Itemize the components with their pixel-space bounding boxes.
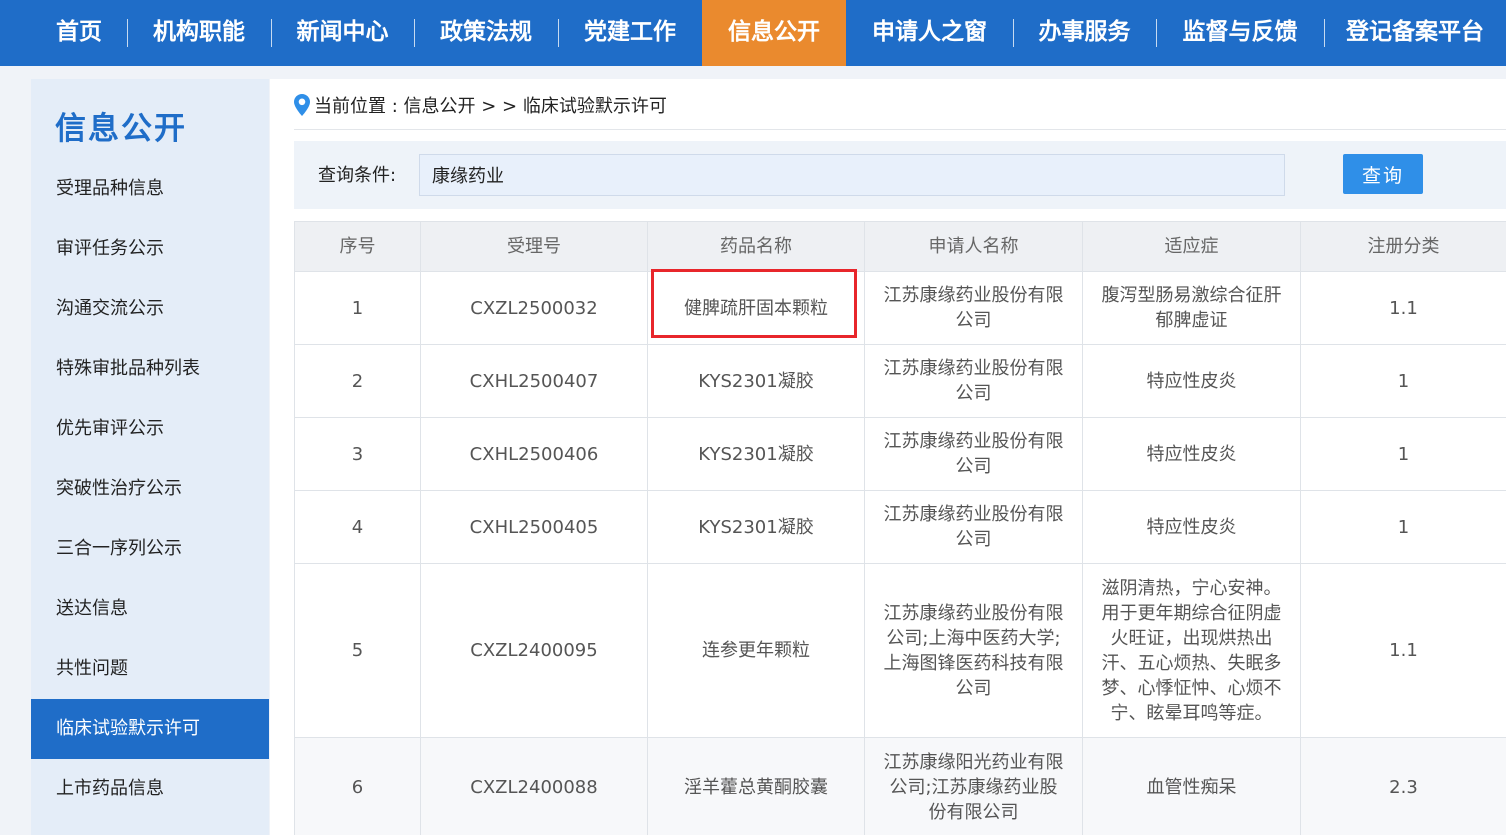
breadcrumb-divider [294,129,1506,130]
cell-acceptance-no: CXZL2400095 [420,563,648,738]
table-row[interactable]: 4 CXHL2500405 KYS2301凝胶 江苏康缘药业股份有限公司 特应性… [294,490,1506,564]
search-input[interactable] [419,154,1285,196]
header-acceptance-no: 受理号 [420,221,648,272]
nav-item-party[interactable]: 党建工作 [558,0,702,66]
cell-applicant: 江苏康缘药业股份有限公司 [864,271,1083,345]
nav-item-services[interactable]: 办事服务 [1013,0,1156,66]
nav-item-feedback[interactable]: 监督与反馈 [1156,0,1324,66]
cell-registration-class: 1 [1300,490,1506,564]
header-registration-class: 注册分类 [1300,221,1506,272]
sidebar-item-delivery-info[interactable]: 送达信息 [31,579,269,639]
sidebar-item-common-issues[interactable]: 共性问题 [31,639,269,699]
table-header-row: 序号 受理号 药品名称 申请人名称 适应症 注册分类 [294,221,1506,272]
cell-drug-name[interactable]: KYS2301凝胶 [647,490,865,564]
nav-item-home[interactable]: 首页 [31,0,127,66]
cell-acceptance-no: CXHL2500407 [420,344,648,418]
nav-item-applicant-window[interactable]: 申请人之窗 [846,0,1013,66]
cell-indication: 滋阴清热，宁心安神。用于更年期综合征阴虚火旺证，出现烘热出汗、五心烦热、失眠多梦… [1082,563,1301,738]
cell-applicant: 江苏康缘药业股份有限公司 [864,417,1083,491]
cell-drug-name[interactable]: 健脾疏肝固本颗粒 [647,271,865,345]
cell-registration-class: 1 [1300,344,1506,418]
cell-applicant: 江苏康缘药业股份有限公司 [864,490,1083,564]
table-row[interactable]: 6 CXZL2400088 淫羊藿总黄酮胶囊 江苏康缘阳光药业有限公司;江苏康缘… [294,737,1506,835]
cell-index: 2 [294,344,421,418]
breadcrumb: 当前位置 : 信息公开 > > 临床试验默示许可 [294,93,667,121]
cell-registration-class: 1.1 [1300,271,1506,345]
nav-item-policy[interactable]: 政策法规 [414,0,558,66]
cell-acceptance-no: CXZL2500032 [420,271,648,345]
nav-item-info-disclosure[interactable]: 信息公开 [702,0,846,66]
cell-applicant: 江苏康缘药业股份有限公司;上海中医药大学;上海图锋医药科技有限公司 [864,563,1083,738]
sidebar-item-communication[interactable]: 沟通交流公示 [31,279,269,339]
cell-indication: 特应性皮炎 [1082,417,1301,491]
sidebar-item-accepted-varieties[interactable]: 受理品种信息 [31,159,269,219]
cell-indication: 腹泻型肠易激综合征肝郁脾虚证 [1082,271,1301,345]
sidebar-item-breakthrough-therapy[interactable]: 突破性治疗公示 [31,459,269,519]
cell-drug-name[interactable]: KYS2301凝胶 [647,344,865,418]
cell-index: 6 [294,737,421,835]
location-pin-icon [294,94,310,116]
cell-drug-name[interactable]: 连参更年颗粒 [647,563,865,738]
cell-registration-class: 1.1 [1300,563,1506,738]
table-row[interactable]: 1 CXZL2500032 健脾疏肝固本颗粒 江苏康缘药业股份有限公司 腹泻型肠… [294,271,1506,345]
search-bar: 查询条件: 查询 [294,141,1506,209]
header-applicant: 申请人名称 [864,221,1083,272]
cell-applicant: 江苏康缘药业股份有限公司 [864,344,1083,418]
cell-index: 3 [294,417,421,491]
nav-item-functions[interactable]: 机构职能 [127,0,271,66]
table-row[interactable]: 3 CXHL2500406 KYS2301凝胶 江苏康缘药业股份有限公司 特应性… [294,417,1506,491]
nav-item-registration-platform[interactable]: 登记备案平台 [1324,0,1506,66]
cell-index: 1 [294,271,421,345]
header-indication: 适应症 [1082,221,1301,272]
cell-acceptance-no: CXZL2400088 [420,737,648,835]
search-button[interactable]: 查询 [1343,154,1423,194]
cell-acceptance-no: CXHL2500406 [420,417,648,491]
cell-applicant: 江苏康缘阳光药业有限公司;江苏康缘药业股份有限公司 [864,737,1083,835]
table-row[interactable]: 2 CXHL2500407 KYS2301凝胶 江苏康缘药业股份有限公司 特应性… [294,344,1506,418]
sidebar-item-clinical-trial-approval[interactable]: 临床试验默示许可 [31,699,269,759]
results-table: 序号 受理号 药品名称 申请人名称 适应症 注册分类 1 CXZL2500032… [294,221,1506,835]
sidebar-item-three-in-one[interactable]: 三合一序列公示 [31,519,269,579]
cell-indication: 血管性痴呆 [1082,737,1301,835]
cell-index: 5 [294,563,421,738]
cell-drug-name[interactable]: 淫羊藿总黄酮胶囊 [647,737,865,835]
search-label: 查询条件: [318,165,397,186]
sidebar-item-marketed-drugs[interactable]: 上市药品信息 [31,759,269,819]
cell-registration-class: 1 [1300,417,1506,491]
breadcrumb-text: 当前位置 : 信息公开 > > 临床试验默示许可 [314,96,667,117]
sidebar: 信息公开 受理品种信息 审评任务公示 沟通交流公示 特殊审批品种列表 优先审评公… [31,79,269,835]
cell-drug-name[interactable]: KYS2301凝胶 [647,417,865,491]
table-row[interactable]: 5 CXZL2400095 连参更年颗粒 江苏康缘药业股份有限公司;上海中医药大… [294,563,1506,738]
header-drug-name: 药品名称 [647,221,865,272]
cell-indication: 特应性皮炎 [1082,344,1301,418]
sidebar-title: 信息公开 [55,111,187,147]
cell-index: 4 [294,490,421,564]
sidebar-item-priority-review[interactable]: 优先审评公示 [31,399,269,459]
top-navigation: 首页 机构职能 新闻中心 政策法规 党建工作 信息公开 申请人之窗 办事服务 监… [0,0,1506,66]
cell-acceptance-no: CXHL2500405 [420,490,648,564]
sidebar-item-special-approval[interactable]: 特殊审批品种列表 [31,339,269,399]
nav-item-news[interactable]: 新闻中心 [271,0,414,66]
sidebar-item-review-tasks[interactable]: 审评任务公示 [31,219,269,279]
cell-indication: 特应性皮炎 [1082,490,1301,564]
cell-registration-class: 2.3 [1300,737,1506,835]
main-content: 当前位置 : 信息公开 > > 临床试验默示许可 查询条件: 查询 序号 受理号… [270,79,1506,835]
header-index: 序号 [294,221,421,272]
